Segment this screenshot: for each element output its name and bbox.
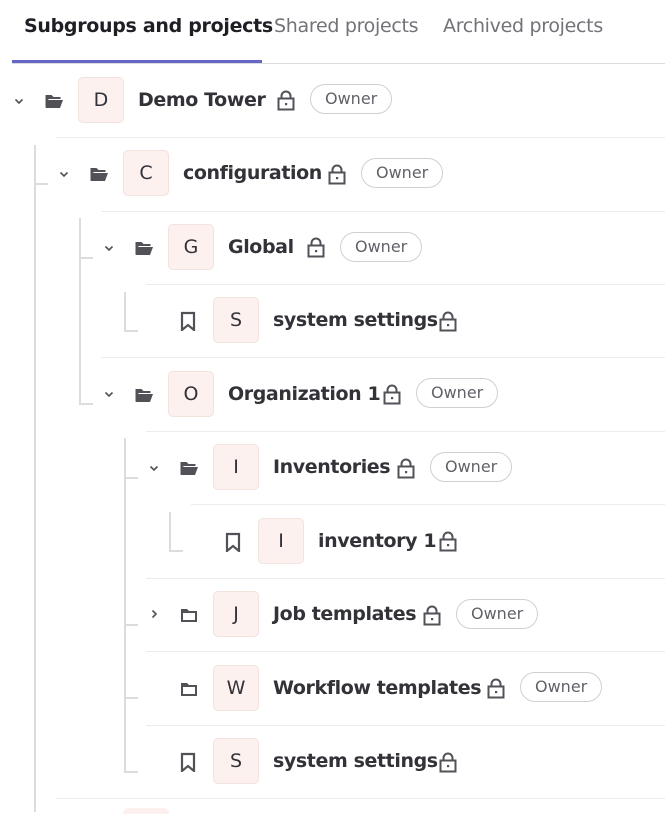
project-name-link[interactable]: system settings <box>273 749 438 773</box>
list-item[interactable]: O Organization 1 Owner <box>0 357 665 430</box>
chevron-down-icon[interactable] <box>103 388 115 400</box>
lock-icon <box>381 383 403 405</box>
chevron-down-icon[interactable] <box>148 462 160 474</box>
list-item[interactable]: G Global Owner <box>0 211 665 284</box>
list-item[interactable]: D Demo Tower Owner <box>0 64 665 137</box>
avatar[interactable]: I <box>258 518 304 564</box>
row-divider <box>146 651 665 652</box>
folder-open-icon <box>89 164 109 184</box>
chevron-down-icon[interactable] <box>103 242 115 254</box>
avatar[interactable]: I <box>213 444 259 490</box>
folder-icon <box>179 605 199 625</box>
list-item[interactable]: I Inventories Owner <box>0 431 665 504</box>
active-tab-indicator <box>12 60 262 63</box>
avatar[interactable]: J <box>213 591 259 637</box>
role-badge: Owner <box>416 378 499 408</box>
role-badge: Owner <box>430 452 513 482</box>
lock-icon <box>326 163 348 185</box>
folder-open-icon <box>44 91 64 111</box>
role-badge: Owner <box>310 84 393 114</box>
folder-open-icon <box>134 238 154 258</box>
lock-icon <box>437 751 459 773</box>
role-badge: Owner <box>520 672 603 702</box>
folder-icon <box>179 679 199 699</box>
list-item[interactable]: C configuration Owner <box>0 137 665 210</box>
group-name-link[interactable]: Workflow templates <box>273 676 482 700</box>
group-name-link[interactable]: Job templates <box>273 602 417 626</box>
lock-icon <box>437 530 459 552</box>
lock-icon <box>395 457 417 479</box>
list-item[interactable]: S system settings <box>0 284 665 357</box>
folder-open-icon <box>179 458 199 478</box>
bookmark-icon <box>178 311 198 331</box>
group-name-link[interactable]: Inventories <box>273 455 391 479</box>
list-item[interactable]: I inventory 1 <box>0 504 665 577</box>
avatar[interactable]: D <box>78 77 124 123</box>
role-badge: Owner <box>456 599 539 629</box>
tabs-bar: Subgroups and projects Shared projects A… <box>12 0 665 64</box>
tab-shared-projects[interactable]: Shared projects <box>274 14 419 38</box>
role-badge: Owner <box>340 232 423 262</box>
tab-archived-projects[interactable]: Archived projects <box>443 14 603 38</box>
row-divider <box>146 725 665 726</box>
row-divider <box>101 357 665 358</box>
group-name-link[interactable]: Organization 1 <box>228 382 381 406</box>
project-name-link[interactable]: system settings <box>273 308 438 332</box>
role-badge: Owner <box>361 158 444 188</box>
row-divider <box>56 137 665 138</box>
group-name-link[interactable]: Demo Tower <box>138 88 266 112</box>
row-divider <box>56 798 665 799</box>
avatar[interactable]: G <box>168 224 214 270</box>
bookmark-icon <box>178 752 198 772</box>
chevron-down-icon[interactable] <box>13 95 25 107</box>
row-divider <box>146 578 665 579</box>
project-name-link[interactable]: inventory 1 <box>318 529 437 553</box>
lock-icon <box>421 604 443 626</box>
row-divider <box>191 504 665 505</box>
group-name-link[interactable]: Global <box>228 235 294 259</box>
avatar[interactable]: C <box>123 150 169 196</box>
row-divider <box>146 431 665 432</box>
lock-icon <box>305 236 327 258</box>
group-name-link[interactable]: configuration <box>183 161 322 185</box>
list-item[interactable]: J Job templates Owner <box>0 578 665 651</box>
lock-icon <box>275 89 297 111</box>
chevron-down-icon[interactable] <box>58 168 70 180</box>
chevron-right-icon[interactable] <box>148 608 160 620</box>
row-divider <box>101 211 665 212</box>
list-item[interactable]: S system settings <box>0 725 665 798</box>
lock-icon <box>485 677 507 699</box>
avatar[interactable]: S <box>213 297 259 343</box>
bookmark-icon <box>223 532 243 552</box>
tab-subgroups-and-projects[interactable]: Subgroups and projects <box>24 14 273 38</box>
avatar[interactable]: S <box>213 738 259 784</box>
avatar <box>123 808 169 814</box>
avatar[interactable]: O <box>168 371 214 417</box>
lock-icon <box>437 310 459 332</box>
avatar[interactable]: W <box>213 665 259 711</box>
folder-open-icon <box>134 385 154 405</box>
list-item[interactable]: W Workflow templates Owner <box>0 651 665 724</box>
row-divider <box>146 284 665 285</box>
